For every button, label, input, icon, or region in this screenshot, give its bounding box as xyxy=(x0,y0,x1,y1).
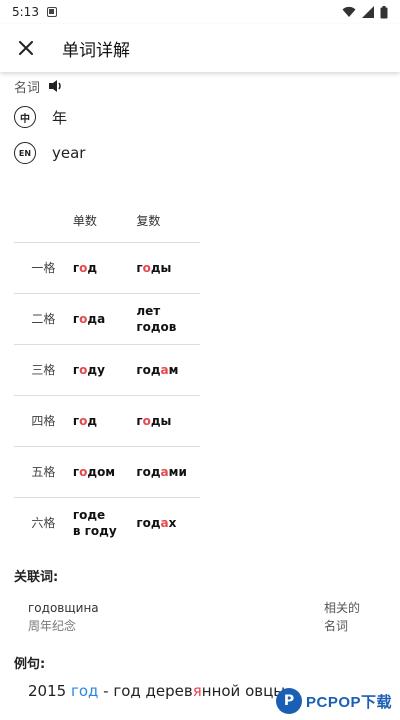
related-word: годовщина xyxy=(28,601,99,615)
translation-zh: 年 xyxy=(52,108,68,127)
singular-form: года xyxy=(72,292,137,344)
declension-row: 二格 года лет годов xyxy=(14,292,200,344)
chinese-language-icon: 中 xyxy=(14,106,36,128)
form-part: ду xyxy=(87,362,105,377)
cell-signal-icon xyxy=(362,6,374,18)
plural-form: годы xyxy=(136,241,200,293)
declension-row: 六格 годе в году годах xyxy=(14,496,200,548)
singular-form: годе в году xyxy=(72,496,137,548)
form-part: ми xyxy=(168,464,187,479)
form-part: да xyxy=(87,311,106,326)
translation-row-zh: 中 年 xyxy=(14,102,386,132)
case-column-header xyxy=(14,200,73,243)
singular-form: году xyxy=(72,343,137,395)
declension-header-row: 单数 复数 xyxy=(14,200,200,243)
watermark-text: PCPOP下载 xyxy=(305,693,392,711)
stress-letter: о xyxy=(142,260,151,275)
example-keyword[interactable]: год xyxy=(71,682,98,700)
status-time: 5:13 xyxy=(12,5,39,19)
plural-form: годами xyxy=(136,445,200,497)
close-button[interactable] xyxy=(14,36,38,60)
case-label: 二格 xyxy=(14,292,73,344)
form-line: годов xyxy=(136,319,177,334)
case-label: 六格 xyxy=(14,496,73,548)
declension-body: 一格 год годы 二格 года лет годов 三格 году годам 四格 год г… xyxy=(14,241,200,548)
watermark-logo-icon: P xyxy=(275,688,302,714)
wifi-icon xyxy=(342,6,356,17)
form-part: м xyxy=(168,362,179,377)
form-part: х xyxy=(168,515,177,530)
app-bar: 单词详解 xyxy=(0,24,400,72)
status-icons xyxy=(342,5,388,19)
singular-form: год xyxy=(72,241,137,293)
declension-row: 三格 году годам xyxy=(14,343,200,395)
stress-letter: а xyxy=(160,362,169,377)
word-detail-content: 名词 中 年 EN year 单数 复数 一格 год годы 二格 года лет г… xyxy=(0,72,400,700)
stress-letter: о xyxy=(142,413,151,428)
translation-row-en: EN year xyxy=(14,138,386,168)
related-meaning: 周年纪念 xyxy=(28,619,77,633)
case-label: 四格 xyxy=(14,394,73,446)
part-of-speech-row: 名词 xyxy=(14,76,386,96)
form-part: д xyxy=(87,260,98,275)
related-item[interactable]: годовщина 周年纪念 相关的 名词 xyxy=(14,599,386,635)
form-part: год xyxy=(136,515,161,530)
form-part: год xyxy=(136,464,161,479)
close-icon xyxy=(19,41,33,55)
case-label: 五格 xyxy=(14,445,73,497)
singular-column-header: 单数 xyxy=(72,200,137,243)
related-type: 相关的 名词 xyxy=(324,599,372,635)
form-part: дом xyxy=(87,464,116,479)
plural-form: годах xyxy=(136,496,200,548)
example-rest-b: нной овцы xyxy=(201,682,286,700)
singular-form: годом xyxy=(72,445,137,497)
plural-form: лет годов xyxy=(136,292,200,344)
notification-icon xyxy=(46,7,57,17)
speaker-icon[interactable] xyxy=(48,79,64,93)
status-bar: 5:13 xyxy=(0,0,400,24)
plural-form: годы xyxy=(136,394,200,446)
form-part: ды xyxy=(150,413,172,428)
form-line: годе xyxy=(72,507,106,522)
declension-row: 五格 годом годами xyxy=(14,445,200,497)
battery-icon xyxy=(380,5,388,18)
translation-en: year xyxy=(52,144,86,162)
case-label: 一格 xyxy=(14,241,73,293)
example-highlight: я xyxy=(192,682,202,700)
part-of-speech: 名词 xyxy=(14,80,41,96)
form-line: в году xyxy=(72,523,117,538)
page-title: 单词详解 xyxy=(62,40,130,61)
stress-letter: а xyxy=(160,515,169,530)
related-section-title: 关联词: xyxy=(14,570,59,585)
form-line: лет xyxy=(136,303,161,318)
example-prefix: 2015 xyxy=(28,682,71,700)
declension-row: 一格 год годы xyxy=(14,241,200,293)
english-language-icon: EN xyxy=(14,142,36,164)
singular-form: год xyxy=(72,394,137,446)
watermark: P PCPOP下载 xyxy=(275,688,392,714)
case-label: 三格 xyxy=(14,343,73,395)
form-part: год xyxy=(136,362,161,377)
plural-form: годам xyxy=(136,343,200,395)
declension-table: 单数 复数 一格 год годы 二格 года лет годов 三格 году годам… xyxy=(14,200,200,548)
form-part: ды xyxy=(150,260,172,275)
stress-letter: а xyxy=(160,464,169,479)
declension-row: 四格 год годы xyxy=(14,394,200,446)
example-rest-a: - год дерев xyxy=(98,682,193,700)
related-type-line-1: 相关的 xyxy=(324,601,361,615)
plural-column-header: 复数 xyxy=(136,200,200,243)
examples-section-title: 例句: xyxy=(14,657,46,672)
form-part: д xyxy=(87,413,98,428)
related-type-line-2: 名词 xyxy=(324,619,349,633)
